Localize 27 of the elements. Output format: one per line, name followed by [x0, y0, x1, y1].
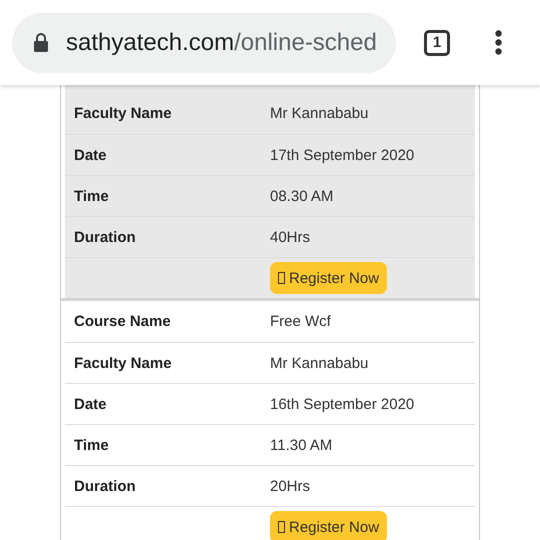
field-value: 08.30 AM	[270, 188, 334, 204]
tab-switcher-button[interactable]: 1	[424, 30, 450, 56]
register-button[interactable]: Register Now	[270, 262, 388, 294]
box-icon	[278, 272, 285, 284]
register-button[interactable]: Register Now	[270, 511, 388, 540]
field-label: Course Name	[73, 313, 172, 330]
field-label: Time	[73, 436, 110, 454]
field-label: Duration	[73, 228, 137, 246]
box-icon	[278, 521, 285, 533]
field-value: Mr Kannababu	[270, 105, 368, 122]
field-value: Free Wcf	[270, 313, 331, 330]
lock-icon	[34, 33, 48, 52]
menu-icon[interactable]	[495, 30, 502, 55]
field-value: 20Hrs	[270, 478, 310, 494]
field-value: 16th September 2020	[270, 396, 414, 412]
field-label: Date	[73, 146, 108, 164]
field-label: Faculty Name	[73, 354, 173, 372]
field-value: 11.30 AM	[270, 436, 332, 454]
field-value: Mr Kannababu	[270, 354, 368, 372]
field-label: Time	[73, 188, 110, 204]
url-text: sathyatech.com/online-sched	[66, 28, 377, 56]
field-value: 40Hrs	[270, 228, 310, 246]
field-label: Duration	[73, 478, 137, 494]
field-value: 17th September 2020	[270, 146, 414, 164]
address-bar[interactable]: sathyatech.com/online-sched	[12, 12, 396, 72]
field-label: Faculty Name	[73, 105, 173, 122]
field-label: Date	[73, 396, 108, 412]
